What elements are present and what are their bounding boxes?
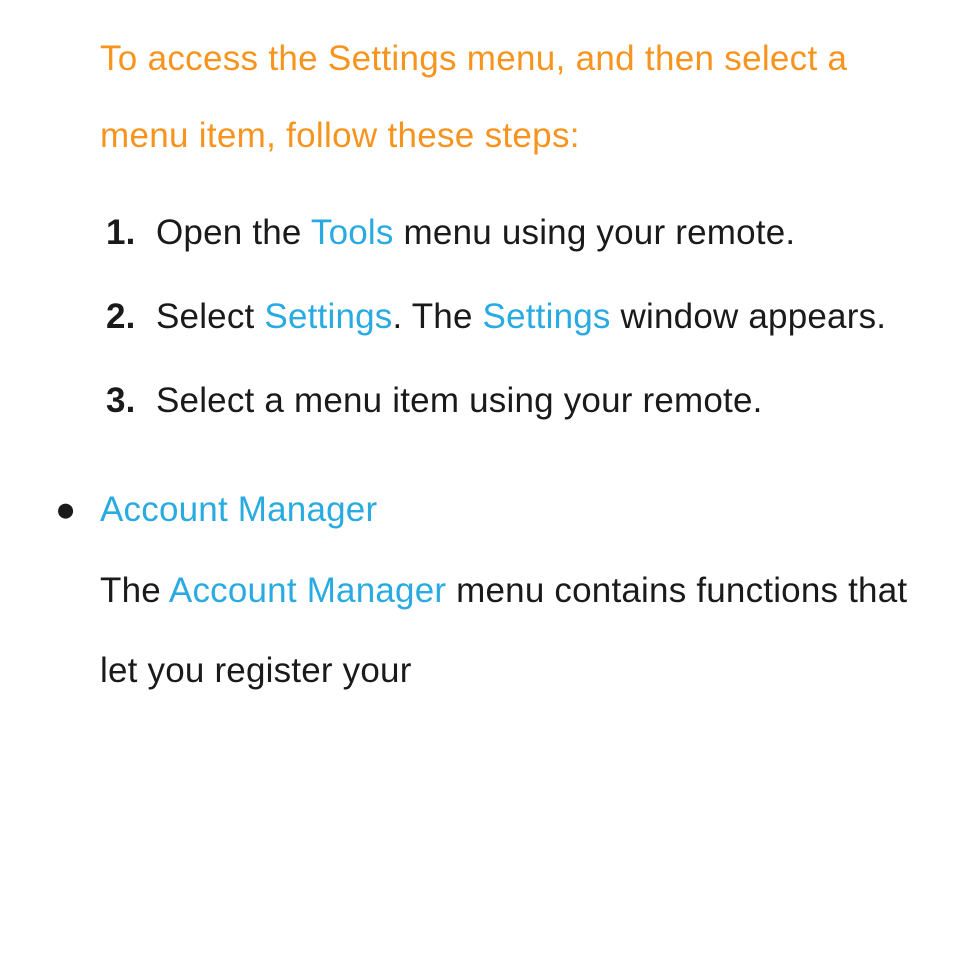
step-text: menu using your remote. <box>394 213 796 252</box>
step-item-3: 3. Select a menu item using your remote. <box>100 362 924 441</box>
step-list: 1. Open the Tools menu using your remote… <box>100 194 924 440</box>
bullet-body-text: The <box>100 571 169 610</box>
step-text: Open the <box>156 213 311 252</box>
bullet-item: ● Account Manager <box>55 470 924 551</box>
step-keyword: Settings <box>264 297 392 336</box>
bullet-marker-icon: ● <box>55 470 76 551</box>
step-text: Select <box>156 297 264 336</box>
step-text: window appears. <box>611 297 887 336</box>
step-text: Select a menu item using your remote. <box>156 381 763 420</box>
step-number: 3. <box>106 362 136 441</box>
step-item-2: 2. Select Settings. The Settings window … <box>100 278 924 357</box>
bullet-body: The Account Manager menu contains functi… <box>55 551 924 712</box>
step-keyword: Tools <box>311 213 394 252</box>
step-text: . The <box>392 297 482 336</box>
step-number: 2. <box>106 278 136 357</box>
step-item-1: 1. Open the Tools menu using your remote… <box>100 194 924 273</box>
bullet-title: Account Manager <box>100 490 377 529</box>
intro-heading: To access the Settings menu, and then se… <box>100 20 924 174</box>
bullet-section: ● Account Manager The Account Manager me… <box>55 470 924 712</box>
step-number: 1. <box>106 194 136 273</box>
step-keyword: Settings <box>483 297 611 336</box>
bullet-body-keyword: Account Manager <box>169 571 446 610</box>
